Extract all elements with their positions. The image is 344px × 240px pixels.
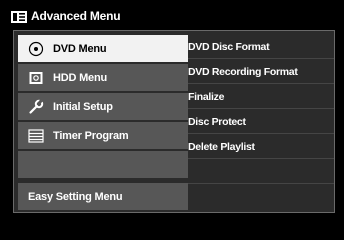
submenu-item-dvd-disc-format[interactable]: DVD Disc Format xyxy=(188,35,334,59)
hdd-icon xyxy=(28,70,44,86)
menu-panel: DVD Menu HDD Menu Initial Setup Timer Pr… xyxy=(13,30,335,213)
disc-icon xyxy=(28,41,44,57)
menu-item-label: Timer Program xyxy=(53,129,129,142)
submenu-item-label: DVD Recording Format xyxy=(188,65,298,78)
submenu-item-label: Finalize xyxy=(188,90,225,103)
submenu: DVD Disc Format DVD Recording Format Fin… xyxy=(188,31,334,212)
menu-item-dvd[interactable]: DVD Menu xyxy=(18,35,188,62)
menu-item-hdd[interactable]: HDD Menu xyxy=(18,64,188,91)
list-icon xyxy=(28,128,44,144)
menu-item-initial-setup[interactable]: Initial Setup xyxy=(18,93,188,120)
submenu-item-label: Delete Playlist xyxy=(188,140,255,153)
menu-item-label: HDD Menu xyxy=(53,71,108,84)
submenu-item-label: Disc Protect xyxy=(188,115,246,128)
submenu-item-disc-protect[interactable]: Disc Protect xyxy=(188,110,334,134)
wrench-icon xyxy=(28,98,44,115)
easy-setting-menu-button[interactable]: Easy Setting Menu xyxy=(18,183,188,210)
submenu-item-dvd-recording-format[interactable]: DVD Recording Format xyxy=(188,60,334,84)
menu-title: Advanced Menu xyxy=(31,9,121,23)
menu-item-timer-program[interactable]: Timer Program xyxy=(18,122,188,149)
easy-setting-menu-label: Easy Setting Menu xyxy=(28,190,123,203)
menu-list-icon xyxy=(11,10,27,23)
advanced-menu-screen: Advanced Menu DVD Menu HDD Menu Initial … xyxy=(0,0,344,240)
submenu-item-delete-playlist[interactable]: Delete Playlist xyxy=(188,135,334,159)
menu-empty-slot xyxy=(18,151,188,178)
submenu-empty-slot xyxy=(188,185,334,209)
menu-item-label: Initial Setup xyxy=(53,100,113,113)
submenu-item-finalize[interactable]: Finalize xyxy=(188,85,334,109)
submenu-item-label: DVD Disc Format xyxy=(188,40,270,53)
title-bar: Advanced Menu xyxy=(9,6,336,26)
submenu-empty-slot xyxy=(188,160,334,184)
menu-item-label: DVD Menu xyxy=(53,42,107,55)
